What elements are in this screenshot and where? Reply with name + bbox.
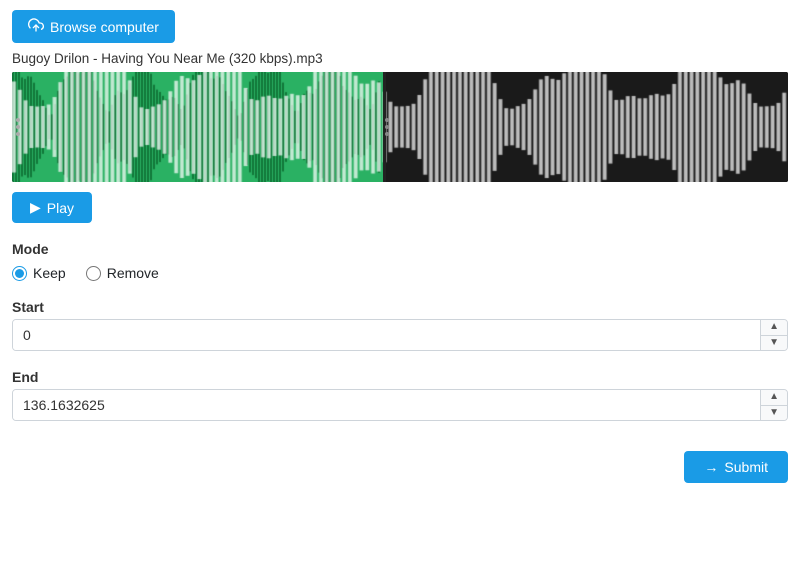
start-spinner-buttons: ▲ ▼ bbox=[760, 320, 787, 350]
end-spinner-buttons: ▲ ▼ bbox=[760, 390, 787, 420]
browse-button-label: Browse computer bbox=[50, 19, 159, 35]
start-decrement-button[interactable]: ▼ bbox=[761, 336, 787, 351]
end-section: End ▲ ▼ bbox=[12, 369, 788, 421]
mode-keep-label: Keep bbox=[33, 265, 66, 281]
play-button[interactable]: ▶ Play bbox=[12, 192, 92, 223]
play-icon: ▶ bbox=[30, 199, 41, 216]
bottom-row: → Submit bbox=[12, 431, 788, 483]
start-label: Start bbox=[12, 299, 788, 315]
file-name: Bugoy Drilon - Having You Near Me (320 k… bbox=[12, 51, 788, 66]
waveform-right bbox=[386, 72, 788, 182]
mode-section: Mode Keep Remove bbox=[12, 241, 788, 281]
end-decrement-button[interactable]: ▼ bbox=[761, 406, 787, 421]
start-section: Start ▲ ▼ bbox=[12, 299, 788, 351]
mode-remove-label: Remove bbox=[107, 265, 159, 281]
end-increment-button[interactable]: ▲ bbox=[761, 390, 787, 406]
play-button-label: Play bbox=[47, 200, 74, 216]
waveform-divider bbox=[383, 72, 386, 182]
start-input-wrapper: ▲ ▼ bbox=[12, 319, 788, 351]
divider-handle[interactable] bbox=[385, 118, 389, 136]
mode-remove-option[interactable]: Remove bbox=[86, 265, 159, 281]
upload-cloud-icon bbox=[28, 17, 44, 36]
mode-label: Mode bbox=[12, 241, 788, 257]
browse-button[interactable]: Browse computer bbox=[12, 10, 175, 43]
submit-button[interactable]: → Submit bbox=[684, 451, 788, 483]
mode-keep-radio[interactable] bbox=[12, 266, 27, 281]
mode-keep-option[interactable]: Keep bbox=[12, 265, 66, 281]
start-increment-button[interactable]: ▲ bbox=[761, 320, 787, 336]
end-label: End bbox=[12, 369, 788, 385]
end-input-wrapper: ▲ ▼ bbox=[12, 389, 788, 421]
mode-radio-group: Keep Remove bbox=[12, 265, 788, 281]
end-input[interactable] bbox=[13, 390, 760, 420]
arrow-right-icon: → bbox=[704, 459, 718, 475]
waveform-canvas-right bbox=[12, 72, 788, 182]
waveform-display bbox=[12, 72, 788, 182]
start-input[interactable] bbox=[13, 320, 760, 350]
left-handle[interactable] bbox=[16, 118, 20, 136]
mode-remove-radio[interactable] bbox=[86, 266, 101, 281]
submit-button-label: Submit bbox=[724, 459, 768, 475]
